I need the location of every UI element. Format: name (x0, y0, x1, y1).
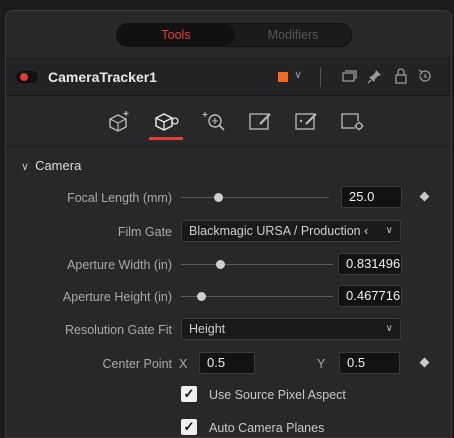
tool-color-chip[interactable] (278, 72, 288, 82)
center-point-y-input[interactable]: 0.5 (339, 352, 400, 374)
resolution-gate-fit-select[interactable]: Height ∨ (181, 318, 401, 340)
active-tab-underline (149, 137, 183, 140)
film-gate-value: Blackmagic URSA / Production ‹ (189, 224, 369, 238)
aperture-width-row: Aperture Width (in) 0.831496 (6, 252, 451, 278)
film-gate-row: Film Gate Blackmagic URSA / Production ‹… (6, 219, 451, 245)
aperture-width-slider-handle[interactable] (216, 260, 225, 269)
center-point-y-label: Y (317, 357, 326, 371)
tab-tools[interactable]: Tools (117, 24, 235, 46)
track-tab-icon[interactable] (104, 109, 132, 133)
center-point-x-label: X (179, 357, 188, 371)
tabs-bar: Tools Modifiers (6, 11, 451, 57)
aperture-width-input[interactable]: 0.831496 (338, 253, 402, 275)
lock-icon[interactable] (392, 67, 410, 85)
focal-length-slider-handle[interactable] (214, 193, 223, 202)
tab-modifiers[interactable]: Modifiers (235, 24, 351, 46)
keyframe-icon[interactable] (419, 357, 430, 368)
auto-camera-planes-row: ✓ Auto Camera Planes (6, 416, 451, 437)
aperture-height-slider-handle[interactable] (197, 292, 206, 301)
node-settings-tab-icon[interactable] (338, 109, 366, 133)
camera-tab-icon[interactable] (152, 109, 180, 133)
tool-enable-toggle[interactable] (16, 71, 38, 83)
refine-tab-icon[interactable] (200, 109, 228, 133)
aperture-height-label: Aperture Height (in) (62, 290, 172, 304)
aperture-height-row: Aperture Height (in) 0.467716 (6, 284, 451, 310)
resolution-gate-fit-label: Resolution Gate Fit (65, 323, 172, 337)
use-source-pixel-aspect-checkbox[interactable]: ✓ (181, 386, 197, 402)
resolution-gate-fit-row: Resolution Gate Fit Height ∨ (6, 317, 451, 343)
focal-length-input[interactable]: 25.0 (341, 186, 402, 208)
focal-length-row: Focal Length (mm) 25.0 (6, 185, 451, 211)
section-header-camera[interactable]: ∨ Camera (21, 158, 81, 173)
section-title: Camera (35, 158, 82, 173)
pin-icon[interactable] (366, 67, 384, 85)
resolution-gate-fit-value: Height (189, 322, 226, 336)
center-point-x-input[interactable]: 0.5 (199, 352, 255, 374)
chevron-down-icon: ∨ (385, 323, 393, 334)
aperture-width-label: Aperture Width (in) (67, 258, 172, 272)
camera-panel: ∨ Camera Focal Length (mm) 25.0 Film Gate… (6, 148, 451, 437)
aperture-height-input[interactable]: 0.467716 (338, 285, 402, 307)
export-tab-icon[interactable] (246, 109, 274, 133)
settings-tab-icon[interactable] (292, 109, 320, 133)
focal-length-slider[interactable] (181, 197, 329, 198)
keyframe-icon[interactable] (419, 191, 430, 202)
reset-icon[interactable] (416, 67, 434, 85)
auto-camera-planes-checkbox[interactable]: ✓ (181, 419, 197, 435)
tool-header: CameraTracker1 ∨ (6, 58, 451, 96)
focal-length-label: Focal Length (mm) (67, 191, 172, 205)
enable-dot-icon (20, 73, 28, 81)
aperture-width-slider[interactable] (181, 264, 333, 265)
versions-icon[interactable] (340, 67, 358, 85)
film-gate-label: Film Gate (117, 225, 172, 239)
chevron-down-icon: ∨ (385, 225, 393, 236)
inspector-tab-icons (6, 97, 451, 147)
use-source-pixel-aspect-row: ✓ Use Source Pixel Aspect (6, 383, 451, 409)
header-divider (320, 67, 321, 87)
tool-name: CameraTracker1 (48, 69, 157, 85)
film-gate-select[interactable]: Blackmagic URSA / Production ‹ ∨ (181, 220, 401, 242)
center-point-row: Center Point X 0.5 Y 0.5 (6, 351, 451, 377)
center-point-label: Center Point (102, 357, 172, 371)
use-source-pixel-aspect-label: Use Source Pixel Aspect (209, 388, 346, 402)
chevron-down-icon[interactable]: ∨ (294, 68, 302, 81)
tab-switcher: Tools Modifiers (116, 23, 352, 47)
chevron-down-icon: ∨ (21, 161, 30, 173)
auto-camera-planes-label: Auto Camera Planes (209, 421, 325, 435)
inspector-window: Tools Modifiers CameraTracker1 ∨ ∨ Camer… (5, 10, 452, 438)
